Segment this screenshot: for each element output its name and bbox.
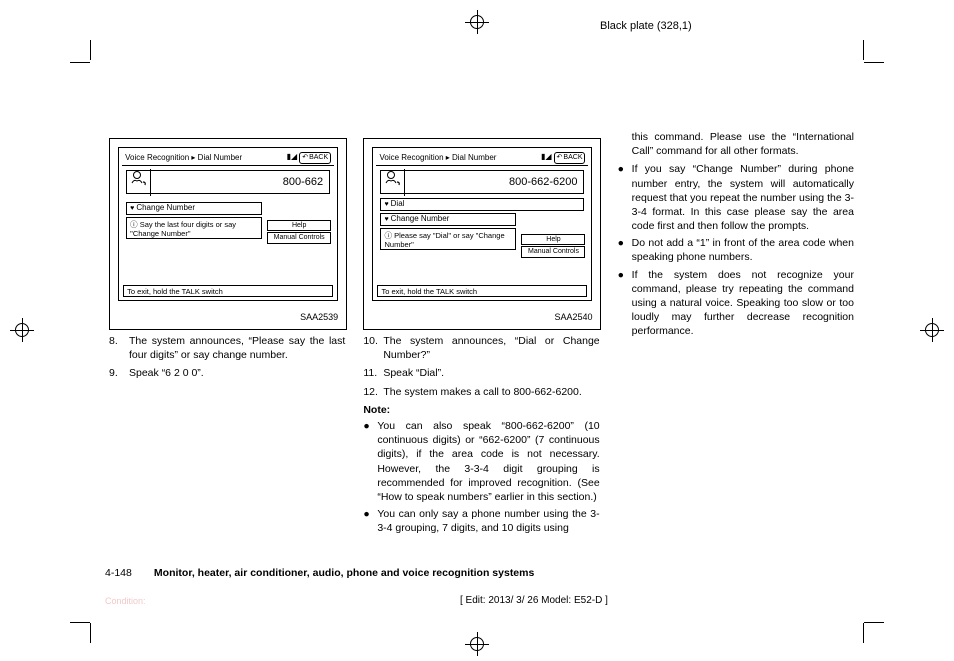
info-icon: ⓘ [384, 231, 392, 240]
manual-controls-button[interactable]: Manual Controls [521, 246, 585, 257]
content-columns: Voice Recognition ▸ Dial Number ▮◢↶BACK … [105, 130, 860, 538]
change-number-button[interactable]: ♥Change Number [126, 202, 262, 215]
back-button[interactable]: ↶BACK [299, 152, 331, 163]
hint-box: ⓘ Please say "Dial" or say "Change Numbe… [380, 228, 516, 250]
crop-mark [864, 62, 884, 63]
edit-info: [ Edit: 2013/ 3/ 26 Model: E52-D ] [460, 595, 608, 606]
speech-icon [381, 169, 405, 196]
bullet-list: ●You can also speak “800-662-6200” (10 c… [359, 419, 605, 535]
step-text: The system announces, “Dial or Change Nu… [383, 334, 599, 362]
figure-label: SAA2539 [110, 309, 346, 329]
number-display: 800-662-6200 [380, 170, 584, 194]
speech-icon [127, 169, 151, 196]
column-2: Voice Recognition ▸ Dial Number ▮◢↶BACK … [359, 130, 605, 538]
step-text: The system makes a call to 800-662-6200. [383, 385, 599, 399]
back-arrow-icon: ↶ [302, 153, 308, 162]
bullet-text: You can only say a phone number using th… [377, 507, 599, 535]
signal-icon: ▮◢ [287, 152, 298, 161]
footer-hint: To exit, hold the TALK switch [377, 285, 587, 297]
column-1: Voice Recognition ▸ Dial Number ▮◢↶BACK … [105, 130, 351, 538]
dialed-number: 800-662 [151, 175, 329, 190]
page-footer: 4-148 Monitor, heater, air conditioner, … [105, 567, 860, 579]
screenshot-1: Voice Recognition ▸ Dial Number ▮◢↶BACK … [109, 138, 347, 330]
heart-icon: ♥ [384, 200, 388, 209]
crop-mark [863, 623, 864, 643]
hint-box: ⓘ Say the last four digits or say "Chang… [126, 217, 262, 239]
note-heading: Note: [363, 403, 605, 417]
page-number: 4-148 [105, 567, 151, 579]
registration-mark-icon [920, 318, 944, 342]
bullet-text: Do not add a “1” in front of the area co… [632, 236, 854, 264]
crop-mark [70, 62, 90, 63]
step-text: Speak “Dial”. [383, 366, 599, 380]
footer-hint: To exit, hold the TALK switch [123, 285, 333, 297]
breadcrumb: Voice Recognition ▸ Dial Number ▮◢↶BACK [376, 151, 588, 166]
signal-icon: ▮◢ [541, 152, 552, 161]
manual-controls-button[interactable]: Manual Controls [267, 232, 331, 243]
heart-icon: ♥ [384, 215, 388, 224]
step-text: Speak “6 2 0 0”. [129, 366, 345, 380]
registration-mark-icon [465, 10, 489, 34]
crop-mark [70, 622, 90, 623]
registration-mark-icon [465, 632, 489, 656]
breadcrumb: Voice Recognition ▸ Dial Number ▮◢↶BACK [122, 151, 334, 166]
document-page: { "meta": { "black_plate": "Black plate … [0, 0, 954, 661]
bullet-text: If the system does not recognize your co… [632, 268, 854, 339]
number-display: 800-662 [126, 170, 330, 194]
steps-list: 8.The system announces, “Please say the … [105, 334, 351, 381]
step-text: The system announces, “Please say the la… [129, 334, 345, 362]
crop-mark [864, 622, 884, 623]
change-number-button[interactable]: ♥Change Number [380, 213, 516, 226]
help-button[interactable]: Help [521, 234, 585, 245]
black-plate-label: Black plate (328,1) [600, 20, 692, 32]
condition-label: Condition: [105, 596, 146, 606]
back-button[interactable]: ↶BACK [554, 152, 586, 163]
figure-label: SAA2540 [364, 309, 600, 329]
cont-text: this command. Please use the “Internatio… [614, 130, 860, 162]
info-icon: ⓘ [130, 220, 138, 229]
crop-mark [863, 40, 864, 60]
back-arrow-icon: ↶ [557, 153, 563, 162]
steps-list: 10.The system announces, “Dial or Change… [359, 334, 605, 399]
dialed-number: 800-662-6200 [405, 175, 583, 190]
bullet-text: You can also speak “800-662-6200” (10 co… [377, 419, 599, 504]
column-3: this command. Please use the “Internatio… [614, 130, 860, 538]
screenshot-2: Voice Recognition ▸ Dial Number ▮◢↶BACK … [363, 138, 601, 330]
crop-mark [90, 40, 91, 60]
help-button[interactable]: Help [267, 220, 331, 231]
bullet-text: If you say “Change Number” during phone … [632, 162, 854, 233]
dial-button[interactable]: ♥Dial [380, 198, 584, 211]
registration-mark-icon [10, 318, 34, 342]
bullet-list: ●If you say “Change Number” during phone… [614, 162, 860, 338]
heart-icon: ♥ [130, 204, 134, 213]
crop-mark [90, 623, 91, 643]
section-title: Monitor, heater, air conditioner, audio,… [154, 567, 534, 579]
